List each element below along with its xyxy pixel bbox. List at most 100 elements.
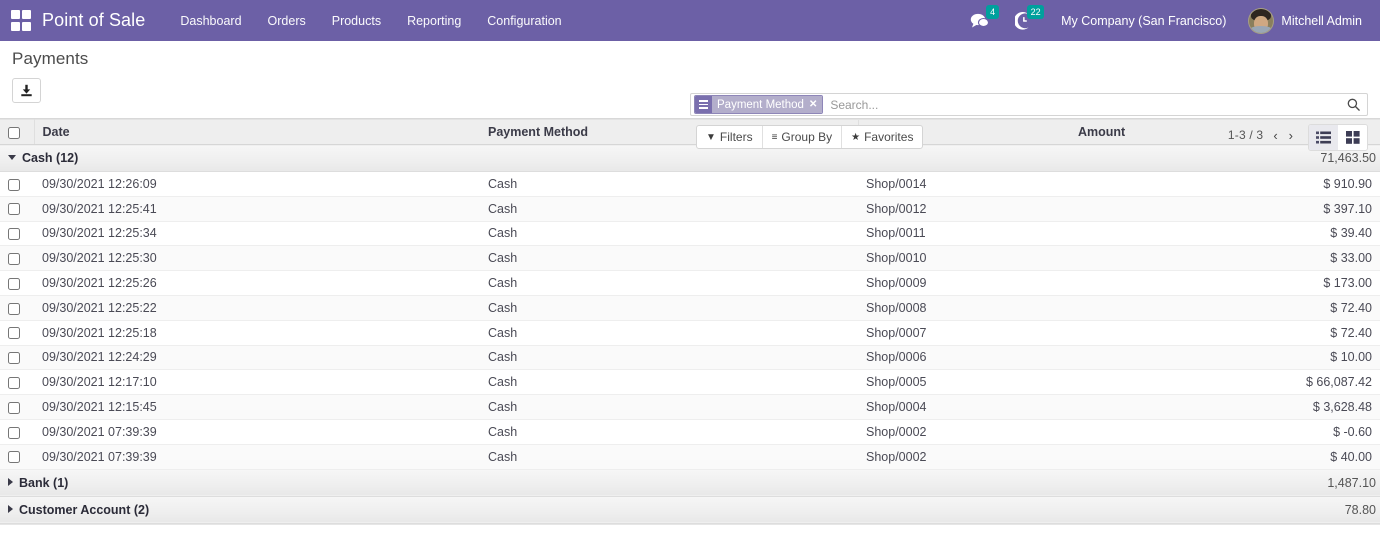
search-box[interactable]: Payment Method ✕ bbox=[690, 93, 1368, 116]
table-row[interactable]: 09/30/2021 12:24:29 Cash Shop/0006 $ 10.00 bbox=[0, 345, 1380, 371]
cell-payment-method: Cash bbox=[480, 270, 858, 296]
caret-down-icon bbox=[8, 155, 16, 161]
cell-order: Shop/0004 bbox=[858, 394, 1070, 420]
row-select-cell[interactable] bbox=[0, 320, 34, 346]
row-checkbox[interactable] bbox=[8, 426, 20, 439]
messages-button[interactable]: 4 bbox=[957, 0, 1002, 41]
view-switcher bbox=[1308, 124, 1368, 151]
search-input[interactable] bbox=[824, 94, 1340, 115]
group-label-cell[interactable]: Customer Account (2) bbox=[0, 495, 1070, 524]
cell-order: Shop/0009 bbox=[858, 270, 1070, 296]
row-checkbox[interactable] bbox=[8, 277, 20, 290]
select-all-checkbox[interactable] bbox=[8, 126, 20, 139]
row-select-cell[interactable] bbox=[0, 419, 34, 445]
row-checkbox[interactable] bbox=[8, 376, 20, 389]
favorites-label: Favorites bbox=[864, 130, 914, 144]
export-download-button[interactable] bbox=[12, 78, 41, 103]
chevron-right-icon[interactable]: › bbox=[1288, 129, 1294, 142]
company-switcher[interactable]: My Company (San Francisco) bbox=[1047, 14, 1240, 28]
row-select-cell[interactable] bbox=[0, 444, 34, 470]
filters-dropdown-button[interactable]: ▼ Filters bbox=[697, 126, 763, 148]
cell-amount: $ 10.00 bbox=[1070, 345, 1380, 371]
row-select-cell[interactable] bbox=[0, 369, 34, 396]
cell-date: 09/30/2021 07:39:39 bbox=[34, 419, 480, 445]
row-checkbox[interactable] bbox=[8, 203, 20, 216]
table-row[interactable]: 09/30/2021 12:25:26 Cash Shop/0009 $ 173.00 bbox=[0, 270, 1380, 296]
cell-amount: $ 72.40 bbox=[1070, 320, 1380, 346]
table-row[interactable]: 09/30/2021 12:15:45 Cash Shop/0004 $ 3,628.… bbox=[0, 394, 1380, 420]
cell-amount: $ 39.40 bbox=[1070, 221, 1380, 247]
navbar-right-section: 4 22 My Company (San Francisco) Mitchell… bbox=[957, 0, 1366, 41]
select-all-header[interactable] bbox=[0, 119, 35, 145]
cell-amount: $ 40.00 bbox=[1070, 444, 1380, 470]
table-row[interactable]: 09/30/2021 12:26:09 Cash Shop/0014 $ 910.90 bbox=[0, 171, 1380, 197]
row-checkbox[interactable] bbox=[8, 252, 20, 265]
menu-item-dashboard[interactable]: Dashboard bbox=[167, 3, 254, 39]
row-select-cell[interactable] bbox=[0, 221, 34, 247]
avatar bbox=[1248, 7, 1275, 34]
group-header-row[interactable]: Cash (12) 71,463.50 bbox=[0, 144, 1380, 172]
cell-order: Shop/0005 bbox=[858, 369, 1070, 396]
row-checkbox[interactable] bbox=[8, 352, 20, 365]
cell-payment-method: Cash bbox=[480, 196, 858, 222]
filters-label: Filters bbox=[719, 130, 753, 144]
row-checkbox[interactable] bbox=[8, 178, 20, 191]
row-select-cell[interactable] bbox=[0, 394, 34, 420]
group-by-lines-icon: ≡ bbox=[771, 131, 778, 143]
search-icon[interactable] bbox=[1340, 98, 1367, 111]
table-row[interactable]: 09/30/2021 07:39:39 Cash Shop/0002 $ 40.00 bbox=[0, 444, 1380, 470]
cell-order: Shop/0014 bbox=[858, 171, 1070, 197]
favorites-dropdown-button[interactable]: ★ Favorites bbox=[842, 126, 922, 148]
pager-range: 1-3 / 3 bbox=[1227, 128, 1264, 142]
chevron-left-icon[interactable]: ‹ bbox=[1272, 129, 1278, 142]
row-select-cell[interactable] bbox=[0, 171, 34, 197]
close-icon[interactable]: ✕ bbox=[807, 96, 823, 113]
cell-date: 09/30/2021 12:25:26 bbox=[34, 270, 480, 296]
activity-count-badge: 22 bbox=[1027, 5, 1045, 19]
menu-item-orders[interactable]: Orders bbox=[255, 3, 319, 39]
table-row[interactable]: 09/30/2021 12:25:34 Cash Shop/0011 $ 39.40 bbox=[0, 221, 1380, 247]
cell-amount: $ 33.00 bbox=[1070, 245, 1380, 272]
row-checkbox[interactable] bbox=[8, 302, 20, 315]
app-brand-title[interactable]: Point of Sale bbox=[42, 10, 145, 31]
table-row[interactable]: 09/30/2021 12:25:18 Cash Shop/0007 $ 72.40 bbox=[0, 320, 1380, 346]
cell-amount: $ 173.00 bbox=[1070, 270, 1380, 296]
table-row[interactable]: 09/30/2021 12:25:41 Cash Shop/0012 $ 397.10 bbox=[0, 196, 1380, 222]
cell-amount: $ 910.90 bbox=[1070, 171, 1380, 197]
group-by-dropdown-button[interactable]: ≡ Group By bbox=[763, 126, 843, 148]
group-header-row[interactable]: Bank (1) 1,487.10 bbox=[0, 468, 1380, 497]
activity-button[interactable]: 22 bbox=[1002, 0, 1047, 41]
column-header-date[interactable]: Date bbox=[34, 119, 480, 145]
user-menu[interactable]: Mitchell Admin bbox=[1240, 7, 1366, 34]
row-checkbox[interactable] bbox=[8, 401, 20, 414]
table-row[interactable]: 09/30/2021 12:17:10 Cash Shop/0005 $ 66,087… bbox=[0, 369, 1380, 396]
menu-item-reporting[interactable]: Reporting bbox=[394, 3, 474, 39]
cell-order: Shop/0010 bbox=[858, 245, 1070, 272]
cell-amount: $ 72.40 bbox=[1070, 295, 1380, 321]
group-total-amount: 1,487.10 bbox=[1070, 468, 1380, 497]
row-select-cell[interactable] bbox=[0, 345, 34, 371]
download-icon bbox=[21, 84, 32, 97]
star-icon: ★ bbox=[851, 131, 861, 143]
cell-payment-method: Cash bbox=[480, 295, 858, 321]
table-row[interactable]: 09/30/2021 12:25:22 Cash Shop/0008 $ 72.40 bbox=[0, 295, 1380, 321]
cell-order: Shop/0007 bbox=[858, 320, 1070, 346]
row-select-cell[interactable] bbox=[0, 196, 34, 222]
row-select-cell[interactable] bbox=[0, 295, 34, 321]
row-checkbox[interactable] bbox=[8, 451, 20, 464]
search-facet-payment-method[interactable]: Payment Method ✕ bbox=[694, 95, 824, 114]
group-header-row[interactable]: Customer Account (2) 78.80 bbox=[0, 495, 1380, 524]
group-label-cell[interactable]: Bank (1) bbox=[0, 468, 1070, 497]
menu-item-configuration[interactable]: Configuration bbox=[474, 3, 574, 39]
table-row[interactable]: 09/30/2021 07:39:39 Cash Shop/0002 $ -0.60 bbox=[0, 419, 1380, 445]
kanban-view-button[interactable] bbox=[1338, 125, 1367, 150]
apps-grid-icon[interactable] bbox=[10, 10, 32, 32]
row-checkbox[interactable] bbox=[8, 228, 20, 241]
payments-table: Date Payment Method Order Amount Cash (1… bbox=[0, 119, 1380, 524]
menu-item-products[interactable]: Products bbox=[319, 3, 394, 39]
list-view-button[interactable] bbox=[1309, 125, 1338, 150]
table-row[interactable]: 09/30/2021 12:25:30 Cash Shop/0010 $ 33.00 bbox=[0, 245, 1380, 272]
row-select-cell[interactable] bbox=[0, 245, 34, 272]
row-checkbox[interactable] bbox=[8, 327, 20, 340]
row-select-cell[interactable] bbox=[0, 270, 34, 296]
